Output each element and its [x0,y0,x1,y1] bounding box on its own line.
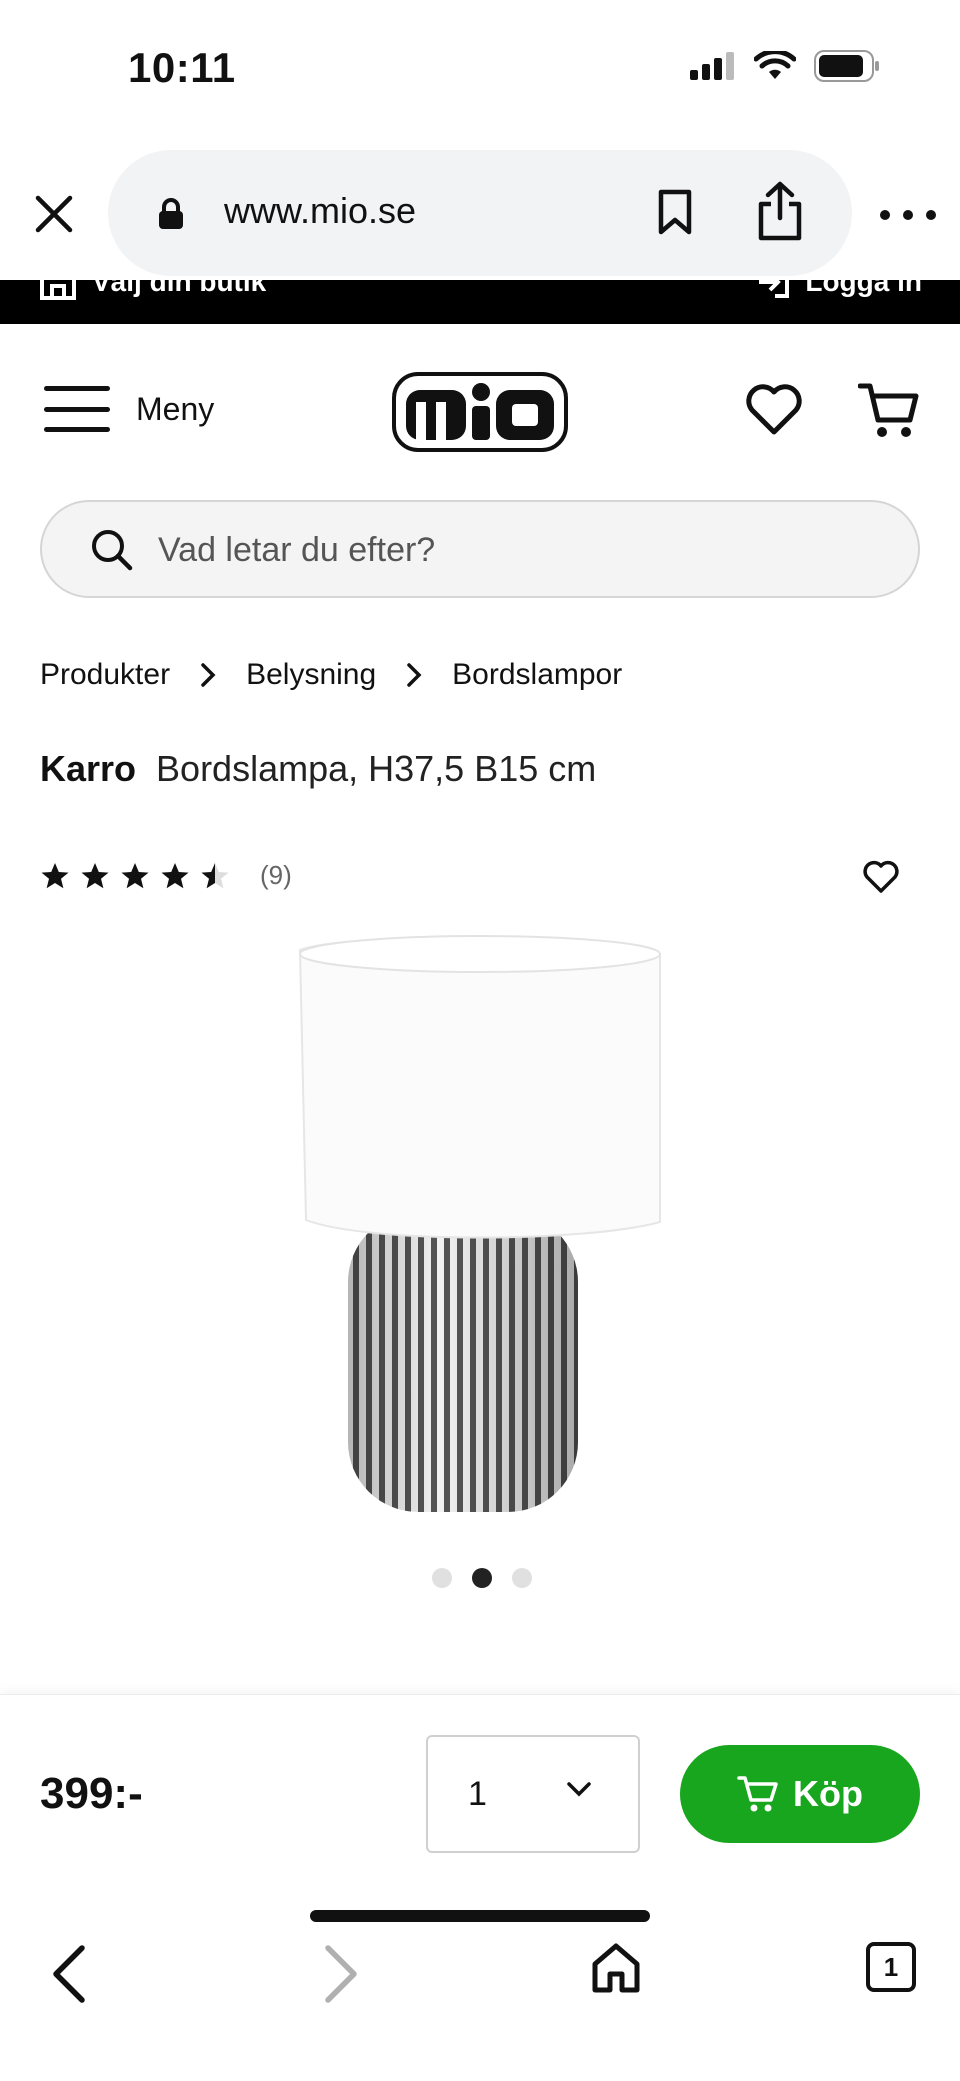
choose-store-label: Välj din butik [92,280,267,297]
chevron-right-icon [406,662,422,688]
search-input[interactable] [158,524,858,576]
image-carousel-dots [432,1568,532,1588]
carousel-dot[interactable] [512,1568,532,1588]
chevron-right-icon [200,662,216,688]
mio-logo[interactable] [392,372,568,452]
search-bar[interactable] [40,500,920,598]
url-text: www.mio.se [224,190,417,231]
star-icon [41,862,69,888]
bookmark-icon[interactable] [656,188,694,236]
login-label: Logga in [805,280,922,297]
share-icon[interactable] [756,180,804,242]
status-icons [690,50,880,82]
close-tab-button[interactable] [28,188,80,240]
product-brand[interactable]: Karro [40,748,136,790]
store-icon [40,280,76,300]
quantity-select[interactable]: 1 [426,1735,640,1853]
buy-button[interactable]: Köp [680,1745,920,1843]
breadcrumb-item[interactable]: Belysning [246,658,376,692]
star-icon [121,862,149,888]
half-star-icon [201,862,229,888]
star-icon [81,862,109,888]
wifi-icon [754,51,796,79]
home-icon[interactable] [590,1942,642,1994]
login-link[interactable]: Logga in [755,280,922,302]
hamburger-icon [44,386,110,432]
tabs-button[interactable]: 1 [866,1942,916,1992]
back-arrow-icon[interactable] [50,1944,90,2004]
menu-label: Meny [136,390,215,427]
breadcrumb-item[interactable]: Produkter [40,658,170,692]
status-time: 10:11 [128,44,236,91]
address-bar[interactable]: www.mio.se [108,150,852,276]
site-header: Meny [0,324,960,494]
review-count: (9) [260,860,292,890]
product-image[interactable] [288,932,678,1528]
signal-icon [690,52,734,80]
breadcrumb: Produkter Belysning Bordslampor [40,658,622,692]
cart-icon [737,1776,778,1812]
more-options-button[interactable] [880,200,936,230]
carousel-dot-active[interactable] [472,1568,492,1588]
product-title: Karro Bordslampa, H37,5 B15 cm [40,748,596,790]
star-icon [161,862,189,888]
price: 399:- [40,1769,143,1818]
choose-store-link[interactable]: Välj din butik [38,280,266,302]
browser-bar: www.mio.se [0,140,960,280]
chevron-down-icon [567,1782,591,1797]
breadcrumb-item[interactable]: Bordslampor [452,658,622,692]
quantity-value: 1 [468,1775,487,1813]
menu-button[interactable]: Meny [44,386,214,432]
product-rating[interactable]: (9) [40,860,292,891]
carousel-dot[interactable] [432,1568,452,1588]
login-icon [759,280,790,298]
buy-label: Köp [793,1773,863,1814]
battery-icon [814,50,879,82]
lock-icon [159,198,183,229]
purchase-bar: 399:- 1 Köp [0,1694,960,1890]
product-name: Bordslampa, H37,5 B15 cm [156,748,597,789]
favorites-heart-icon[interactable] [744,382,804,436]
close-icon [35,195,73,233]
forward-arrow-icon[interactable] [320,1944,360,2004]
cart-icon[interactable] [858,380,920,440]
wishlist-heart-icon[interactable] [862,860,900,894]
search-icon [92,530,133,571]
home-indicator [310,1910,650,1922]
top-strip: Välj din butik Logga in [0,280,960,324]
status-bar: 10:11 [0,0,960,140]
